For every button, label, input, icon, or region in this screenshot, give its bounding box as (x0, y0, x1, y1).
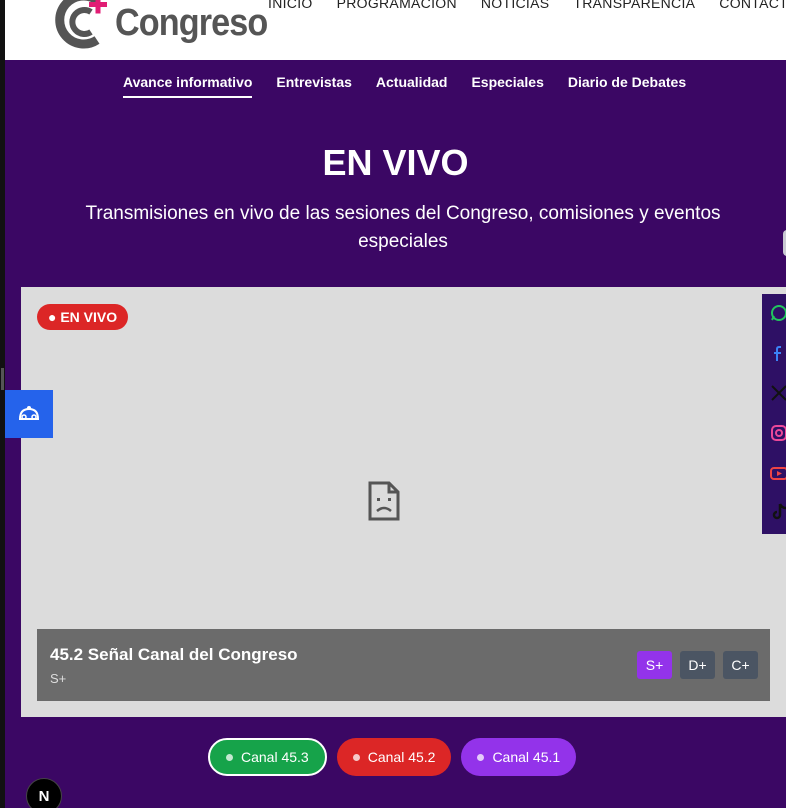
logo-text: Congreso (115, 2, 268, 44)
logo-mark-icon (55, 0, 107, 49)
nav-item-inicio[interactable]: INICIO (268, 0, 313, 11)
channel-label: Canal 45.1 (492, 749, 561, 765)
main-nav: INICIO PROGRAMACIÓN NOTICIAS TRANSPARENC… (268, 0, 786, 11)
instagram-icon[interactable] (770, 424, 786, 442)
site-header: Congreso INICIO PROGRAMACIÓN NOTICIAS TR… (5, 0, 786, 60)
channel-name: 45.2 Señal Canal del Congreso (50, 645, 298, 664)
channel-dot (477, 753, 485, 761)
nav-item-transparencia[interactable]: TRANSPARENCIA (573, 0, 695, 11)
channel-dot (226, 753, 233, 761)
quality-option-s[interactable]: S+ (637, 651, 672, 679)
x-icon[interactable] (770, 384, 786, 402)
nav-item-contacto[interactable]: CONTACTO (719, 0, 786, 11)
channel-dot (352, 753, 360, 761)
live-section: Avance informativo Entrevistas Actualida… (5, 60, 786, 808)
social-share-bar (762, 294, 786, 534)
nav-item-noticias[interactable]: NOTICIAS (481, 0, 550, 11)
channel-code: S+ (50, 671, 67, 686)
channel-label: Canal 45.3 (241, 749, 309, 765)
page-title: EN VIVO (322, 142, 469, 183)
quality-option-c[interactable]: C+ (723, 651, 758, 679)
youtube-icon[interactable] (770, 464, 786, 482)
broken-content-icon (368, 481, 400, 521)
quality-option-d[interactable]: D+ (680, 651, 715, 679)
subnav-item-entrevistas[interactable]: Entrevistas (276, 74, 351, 98)
subnav-item-actualidad[interactable]: Actualidad (376, 74, 448, 98)
nav-item-programacion[interactable]: PROGRAMACIÓN (337, 0, 457, 11)
whatsapp-icon[interactable] (770, 304, 786, 322)
accessibility-icon (18, 406, 40, 420)
tiktok-icon[interactable] (770, 502, 786, 520)
accessibility-button[interactable] (5, 390, 53, 438)
channel-label: Canal 45.2 (367, 749, 436, 765)
video-player[interactable]: ● EN VIVO 45.2 Señal Canal del Congreso … (21, 287, 786, 717)
subnav-item-avance-informativo[interactable]: Avance informativo (123, 74, 253, 98)
facebook-icon[interactable] (770, 344, 786, 362)
sub-nav: Avance informativo Entrevistas Actualida… (123, 74, 686, 98)
site-logo[interactable]: Congreso (53, 0, 268, 50)
subnav-item-especiales[interactable]: Especiales (471, 74, 543, 98)
channel-button-45-2[interactable]: Canal 45.2 (336, 738, 452, 776)
channel-selector: Canal 45.3 Canal 45.2 Canal 45.1 (208, 738, 577, 776)
channel-button-45-1[interactable]: Canal 45.1 (461, 738, 577, 776)
page-subtitle: Transmisiones en vivo de las sesiones de… (85, 203, 721, 252)
subnav-item-diario-de-debates[interactable]: Diario de Debates (568, 74, 686, 98)
live-badge: ● EN VIVO (37, 304, 129, 330)
quality-selector: S+ D+ C+ (637, 651, 758, 679)
nextjs-dev-badge[interactable]: N (26, 778, 62, 808)
player-info-bar: 45.2 Señal Canal del Congreso S+ S+ D+ C… (37, 629, 770, 701)
channel-button-45-3[interactable]: Canal 45.3 (208, 738, 327, 776)
